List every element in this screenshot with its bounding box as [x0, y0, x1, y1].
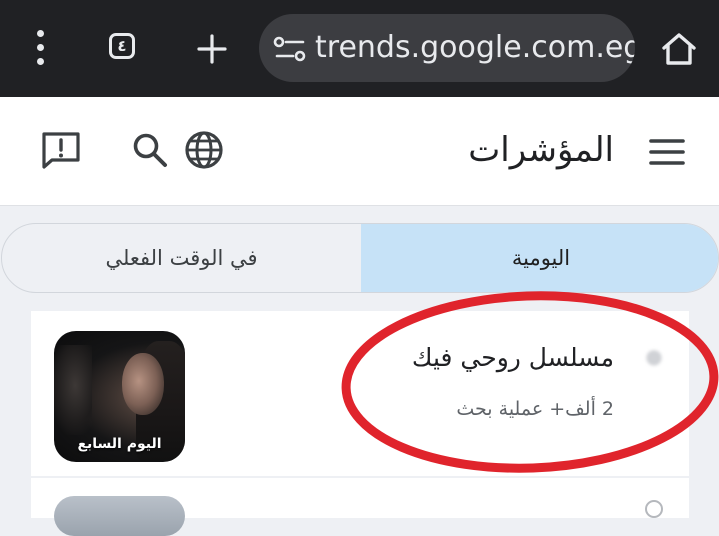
home-icon[interactable]	[659, 30, 699, 68]
trend-thumbnail[interactable]	[54, 496, 185, 536]
page-title: المؤشرات	[468, 130, 614, 170]
feedback-icon[interactable]	[40, 130, 82, 170]
trend-search-volume: 2 ألف+ عملية بحث	[456, 398, 614, 420]
thumbnail-face	[122, 353, 164, 415]
site-settings-icon[interactable]	[273, 36, 307, 62]
image-source-caption: اليوم السابع	[77, 436, 162, 452]
thumbnail-figure	[54, 345, 92, 435]
trend-rank: ●	[645, 344, 663, 368]
new-tab-icon[interactable]	[196, 33, 228, 65]
trends-tab-bar: في الوقت الفعلي اليومية	[1, 223, 719, 293]
address-bar[interactable]: trends.google.com.eg/	[259, 14, 635, 82]
trend-card[interactable]: اليوم السابع مسلسل روحي فيك 2 ألف+ عملية…	[31, 311, 689, 476]
tab-count: ٤	[109, 33, 135, 59]
menu-kebab-icon[interactable]	[30, 30, 52, 66]
trend-title[interactable]: مسلسل روحي فيك	[412, 341, 614, 375]
language-globe-icon[interactable]	[183, 129, 225, 171]
tab-daily[interactable]: اليومية	[361, 224, 718, 292]
url-text: trends.google.com.eg/	[315, 30, 635, 65]
tab-realtime[interactable]: في الوقت الفعلي	[2, 224, 361, 292]
browser-toolbar: ٤ trends.google.com.eg/	[0, 0, 719, 97]
trend-rank	[645, 500, 663, 518]
tab-switcher-button[interactable]: ٤	[109, 33, 141, 63]
hamburger-menu-icon[interactable]	[648, 137, 686, 167]
search-icon[interactable]	[131, 131, 169, 169]
trend-thumbnail[interactable]: اليوم السابع	[54, 331, 185, 462]
trend-card[interactable]	[31, 478, 689, 536]
app-header: المؤشرات	[0, 97, 719, 206]
